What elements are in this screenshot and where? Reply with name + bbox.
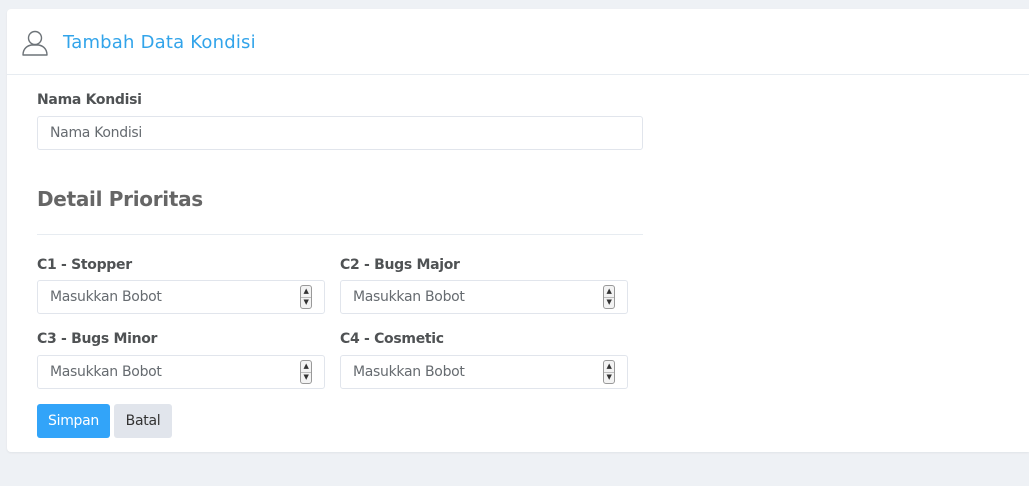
c1-label: C1 - Stopper bbox=[37, 257, 132, 273]
c4-label: C4 - Cosmetic bbox=[340, 331, 444, 347]
cancel-button[interactable]: Batal bbox=[114, 404, 172, 438]
c3-stepper[interactable]: ▲ ▼ bbox=[300, 360, 312, 384]
user-icon bbox=[21, 29, 49, 57]
c3-input[interactable]: Masukkan Bobot ▲ ▼ bbox=[37, 355, 325, 389]
stepper-down-icon[interactable]: ▼ bbox=[301, 297, 311, 308]
c3-placeholder: Masukkan Bobot bbox=[50, 364, 162, 380]
stepper-down-icon[interactable]: ▼ bbox=[604, 372, 614, 383]
nama-kondisi-input[interactable]: Nama Kondisi bbox=[37, 116, 643, 150]
save-button[interactable]: Simpan bbox=[37, 404, 110, 438]
c4-placeholder: Masukkan Bobot bbox=[353, 364, 465, 380]
form-panel: Tambah Data Kondisi Nama Kondisi Nama Ko… bbox=[7, 9, 1029, 452]
stepper-down-icon[interactable]: ▼ bbox=[301, 372, 311, 383]
page-title: Tambah Data Kondisi bbox=[63, 32, 256, 53]
c2-stepper[interactable]: ▲ ▼ bbox=[603, 285, 615, 309]
stepper-down-icon[interactable]: ▼ bbox=[604, 297, 614, 308]
section-divider bbox=[37, 234, 643, 235]
c4-input[interactable]: Masukkan Bobot ▲ ▼ bbox=[340, 355, 628, 389]
c2-input[interactable]: Masukkan Bobot ▲ ▼ bbox=[340, 280, 628, 314]
nama-kondisi-placeholder: Nama Kondisi bbox=[50, 125, 143, 141]
c2-placeholder: Masukkan Bobot bbox=[353, 289, 465, 305]
c1-input[interactable]: Masukkan Bobot ▲ ▼ bbox=[37, 280, 325, 314]
c1-stepper[interactable]: ▲ ▼ bbox=[300, 285, 312, 309]
c1-placeholder: Masukkan Bobot bbox=[50, 289, 162, 305]
c3-label: C3 - Bugs Minor bbox=[37, 331, 158, 347]
c2-label: C2 - Bugs Major bbox=[340, 257, 460, 273]
section-title: Detail Prioritas bbox=[37, 187, 203, 211]
c4-stepper[interactable]: ▲ ▼ bbox=[603, 360, 615, 384]
panel-header: Tambah Data Kondisi bbox=[7, 9, 1029, 75]
nama-kondisi-label: Nama Kondisi bbox=[37, 92, 142, 108]
